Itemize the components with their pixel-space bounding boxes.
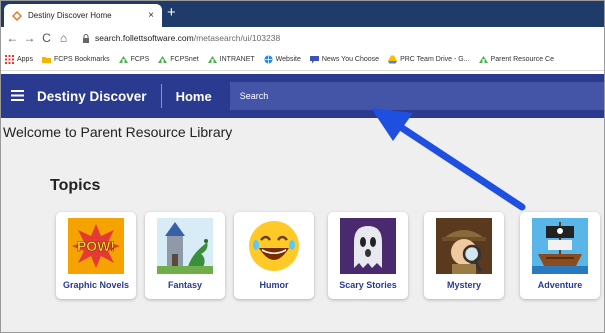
apps-grid-icon (5, 55, 14, 64)
bookmark-item[interactable]: Parent Resource Ce (478, 55, 554, 64)
url-field[interactable]: search.follettsoftware.com/metasearch/ui… (82, 33, 280, 43)
app-header: Destiny Discover Home Search (1, 74, 604, 118)
url-text: search.follettsoftware.com/metasearch/ui… (95, 33, 280, 43)
pirate-ship-icon (532, 218, 588, 274)
svg-text:POW!: POW! (77, 238, 115, 254)
bookmark-item[interactable]: PRC Team Drive - G... (388, 55, 470, 64)
topic-label: Adventure (537, 280, 583, 290)
home-icon[interactable]: ⌂ (55, 31, 72, 45)
drive-icon (388, 55, 398, 64)
fcps-icon (118, 55, 128, 64)
lock-icon (83, 33, 89, 43)
bookmark-item[interactable]: Website (264, 55, 301, 64)
fcps-icon (478, 55, 488, 64)
bookmark-label: Website (275, 56, 301, 63)
new-tab-button[interactable]: + (167, 5, 176, 21)
hamburger-menu-icon[interactable] (11, 88, 25, 105)
topic-card-adventure[interactable]: Adventure (520, 212, 600, 299)
topic-label: Scary Stories (339, 280, 397, 290)
bookmark-label: News You Choose (321, 56, 380, 63)
bookmark-item[interactable]: FCPSnet (158, 55, 199, 64)
bookmark-label: FCPS (130, 56, 150, 63)
bookmark-label: Parent Resource Ce (490, 56, 554, 63)
destiny-favicon-icon (12, 10, 22, 21)
main-content: Welcome to Parent Resource Library Topic… (1, 118, 604, 332)
browser-tab[interactable]: Destiny Discover Home × (4, 4, 162, 27)
topic-card-mystery[interactable]: Mystery (424, 212, 504, 299)
topic-card-scary-stories[interactable]: Scary Stories (328, 212, 408, 299)
url-host: search.follettsoftware.com (95, 33, 194, 43)
header-divider (160, 84, 162, 108)
bookmark-item[interactable]: News You Choose (309, 55, 380, 64)
bookmark-label: INTRANET (219, 56, 255, 63)
bookmark-label: PRC Team Drive - G... (400, 56, 470, 63)
bookmark-label: FCPS Bookmarks (53, 56, 110, 63)
forward-icon[interactable]: → (21, 31, 38, 45)
bookmark-item[interactable]: FCPS (118, 55, 150, 64)
brand-title[interactable]: Destiny Discover (37, 89, 147, 104)
bookmark-label: Apps (17, 56, 33, 63)
reload-icon[interactable]: C (38, 31, 55, 45)
browser-window: Destiny Discover Home × + ← → C ⌂ search… (0, 0, 605, 333)
detective-icon (436, 218, 492, 274)
tab-close-icon[interactable]: × (148, 10, 154, 21)
laughing-emoji-icon (246, 218, 302, 274)
address-bar-row: ← → C ⌂ search.follettsoftware.com/metas… (1, 27, 604, 49)
topic-label: Humor (259, 280, 289, 290)
fcps-icon (207, 55, 217, 64)
search-input[interactable]: Search (229, 82, 604, 110)
ghost-icon (340, 218, 396, 274)
pow-comic-icon: POW! (68, 218, 124, 274)
bookmark-item[interactable]: INTRANET (207, 55, 255, 64)
globe-icon (264, 55, 273, 64)
topic-label: Fantasy (167, 280, 202, 290)
tab-strip: Destiny Discover Home × + (1, 1, 604, 27)
bookmarks-bar: Apps FCPS Bookmarks FCPS FCPSnet INTRANET Web… (1, 49, 604, 71)
chat-icon (309, 55, 319, 64)
back-icon[interactable]: ← (4, 31, 21, 45)
bookmark-item[interactable]: Apps (5, 55, 33, 64)
castle-dragon-icon (157, 218, 213, 274)
topics-heading: Topics (50, 177, 101, 194)
topic-card-fantasy[interactable]: Fantasy (145, 212, 225, 299)
bookmark-item[interactable]: FCPS Bookmarks (41, 55, 110, 64)
topic-card-humor[interactable]: Humor (234, 212, 314, 299)
topic-card-graphic-novels[interactable]: POW! Graphic Novels (56, 212, 136, 299)
page-title: Welcome to Parent Resource Library (3, 124, 233, 140)
bookmark-label: FCPSnet (170, 56, 199, 63)
topic-label: Graphic Novels (62, 280, 130, 290)
url-path: /metasearch/ui/103238 (193, 33, 281, 43)
fcps-icon (158, 55, 168, 64)
folder-icon (41, 55, 51, 64)
tab-title: Destiny Discover Home (28, 11, 112, 20)
home-link[interactable]: Home (176, 89, 212, 104)
topic-label: Mystery (446, 280, 482, 290)
